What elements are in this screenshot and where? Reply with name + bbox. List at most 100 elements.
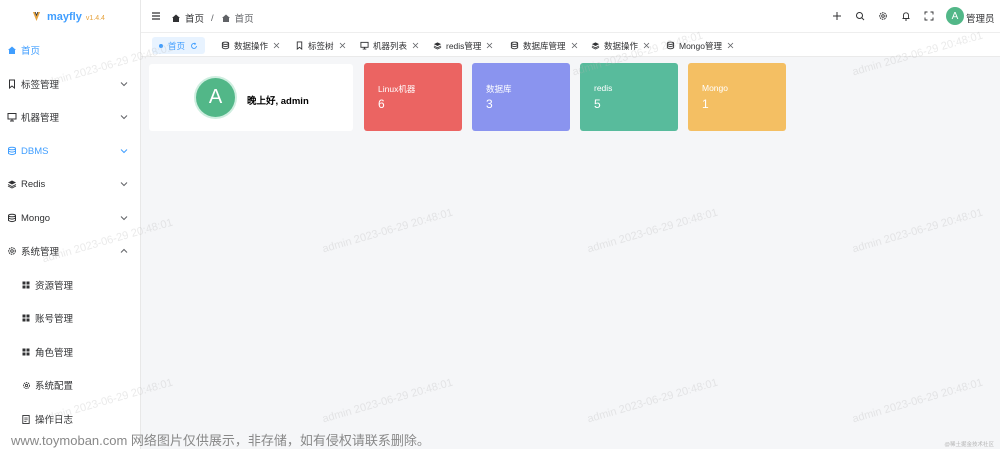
sidebar-item-machines[interactable]: 机器管理 <box>0 103 141 131</box>
bookmark-icon <box>7 79 17 89</box>
close-icon[interactable] <box>727 42 734 49</box>
close-icon[interactable] <box>412 42 419 49</box>
gear-icon[interactable] <box>878 11 888 21</box>
tab-label: 首页 <box>168 40 186 51</box>
sidebar: mayfly v1.4.4 首页 标签管理 机器管理 DBMS Redis Mo… <box>0 0 141 449</box>
database-icon <box>666 41 675 50</box>
sidebar-subitem-logs[interactable]: 操作日志 <box>0 405 141 433</box>
watermark: admin 2023-06-29 20:48:01 <box>850 206 985 256</box>
grid-icon <box>21 280 31 290</box>
close-icon[interactable] <box>339 42 346 49</box>
watermark: admin 2023-06-29 20:48:01 <box>585 376 720 426</box>
sidebar-item-label: Redis <box>21 178 46 190</box>
greeting-text: 晚上好, admin <box>247 96 309 107</box>
gear-icon <box>21 380 31 390</box>
top-header: 首页 / 首页 A 管理员 <box>141 0 1000 33</box>
tab-machine-list[interactable]: 机器列表 <box>353 37 426 54</box>
watermark: admin 2023-06-29 20:48:01 <box>585 206 720 256</box>
stat-value: 1 <box>702 97 709 111</box>
sidebar-subitem-label: 资源管理 <box>35 281 74 292</box>
active-dot-icon <box>159 43 163 48</box>
corner-credit: @稀土掘金技术社区 <box>944 442 994 448</box>
sidebar-item-tags[interactable]: 标签管理 <box>0 70 141 98</box>
sidebar-item-redis[interactable]: Redis <box>0 170 141 198</box>
stat-card-mongo[interactable]: Mongo 1 <box>688 63 786 131</box>
sidebar-item-label: DBMS <box>21 145 49 157</box>
user-avatar[interactable]: A <box>946 7 964 25</box>
breadcrumb-item-home[interactable]: 首页 <box>185 11 204 25</box>
close-icon[interactable] <box>643 42 650 49</box>
gear-icon <box>7 246 17 256</box>
search-icon[interactable] <box>855 11 865 21</box>
monitor-icon <box>7 112 17 122</box>
chevron-down-icon <box>120 216 128 221</box>
close-icon[interactable] <box>273 42 280 49</box>
user-name[interactable]: 管理员 <box>966 11 995 25</box>
sidebar-subitem-label: 系统配置 <box>35 381 74 392</box>
stat-card-redis[interactable]: redis 5 <box>580 63 678 131</box>
app-version: v1.4.4 <box>85 15 105 22</box>
sidebar-subitem-roles[interactable]: 角色管理 <box>0 338 141 366</box>
database-icon <box>7 213 17 223</box>
menu-toggle-icon[interactable] <box>151 11 161 21</box>
sidebar-subitem-label: 操作日志 <box>35 415 74 426</box>
stat-value: 5 <box>594 97 601 111</box>
tab-label: 数据库管理 <box>523 40 566 51</box>
database-icon <box>221 41 230 50</box>
tab-label: 机器列表 <box>373 40 408 51</box>
tab-mongo-manage[interactable]: Mongo管理 <box>659 37 741 54</box>
tab-bar: 首页 数据操作 标签树 机器列表 redis管理 数据库管理 数据操作 Mong… <box>141 33 1000 57</box>
stat-label: Mongo <box>702 83 728 93</box>
bookmark-icon <box>296 41 303 50</box>
breadcrumb-item-current: 首页 <box>234 14 254 25</box>
sidebar-subitem-label: 账号管理 <box>35 314 74 325</box>
monitor-icon <box>360 41 369 50</box>
stat-value: 6 <box>378 97 385 111</box>
chevron-down-icon <box>120 182 128 187</box>
sidebar-subitem-resources[interactable]: 资源管理 <box>0 271 141 299</box>
stat-card-linux[interactable]: Linux机器 6 <box>364 63 462 131</box>
footer-disclaimer: www.toymoban.com 网络图片仅供展示，非存储，如有侵权请联系删除。 <box>11 433 430 448</box>
plus-icon[interactable] <box>832 11 842 21</box>
app-name: mayfly <box>47 10 82 23</box>
fullscreen-icon[interactable] <box>924 11 934 21</box>
grid-icon <box>21 313 31 323</box>
sidebar-item-system[interactable]: 系统管理 <box>0 237 141 265</box>
tab-data-operation-2[interactable]: 数据操作 <box>584 37 657 54</box>
stat-value: 3 <box>486 97 493 111</box>
sidebar-item-home[interactable]: 首页 <box>0 36 141 64</box>
sidebar-item-dbms[interactable]: DBMS <box>0 137 141 165</box>
tab-database-manage[interactable]: 数据库管理 <box>503 37 585 54</box>
chevron-up-icon <box>120 248 128 253</box>
home-icon <box>221 14 230 22</box>
sidebar-item-mongo[interactable]: Mongo <box>0 204 141 232</box>
close-icon[interactable] <box>571 42 578 49</box>
sidebar-subitem-label: 角色管理 <box>35 348 74 359</box>
sidebar-subitem-config[interactable]: 系统配置 <box>0 371 141 399</box>
app-logo[interactable]: mayfly v1.4.4 <box>0 0 140 33</box>
sidebar-item-label: 机器管理 <box>21 113 60 124</box>
layers-icon <box>7 179 17 189</box>
close-icon[interactable] <box>486 42 493 49</box>
watermark: admin 2023-06-29 20:48:01 <box>320 206 455 256</box>
chevron-down-icon <box>120 115 128 120</box>
refresh-icon[interactable] <box>190 42 198 50</box>
bell-icon[interactable] <box>901 11 911 21</box>
tab-data-operation[interactable]: 数据操作 <box>214 37 287 54</box>
tab-label: 数据操作 <box>604 40 639 51</box>
database-icon <box>510 41 519 50</box>
watermark: admin 2023-06-29 20:48:01 <box>320 376 455 426</box>
watermark: admin 2023-06-29 20:48:01 <box>850 376 985 426</box>
tab-home[interactable]: 首页 <box>152 37 206 54</box>
sidebar-subitem-accounts[interactable]: 账号管理 <box>0 304 141 332</box>
tab-label: redis管理 <box>446 40 482 51</box>
tab-redis-manage[interactable]: redis管理 <box>426 37 500 54</box>
sidebar-item-label: 系统管理 <box>21 247 60 258</box>
stat-label: redis <box>594 83 613 93</box>
tab-tag-tree[interactable]: 标签树 <box>288 37 353 54</box>
home-icon <box>172 14 180 22</box>
breadcrumb-separator: / <box>211 12 214 24</box>
stat-card-database[interactable]: 数据库 3 <box>472 63 570 131</box>
welcome-avatar: A <box>196 78 235 117</box>
sidebar-item-label: 首页 <box>21 46 41 57</box>
